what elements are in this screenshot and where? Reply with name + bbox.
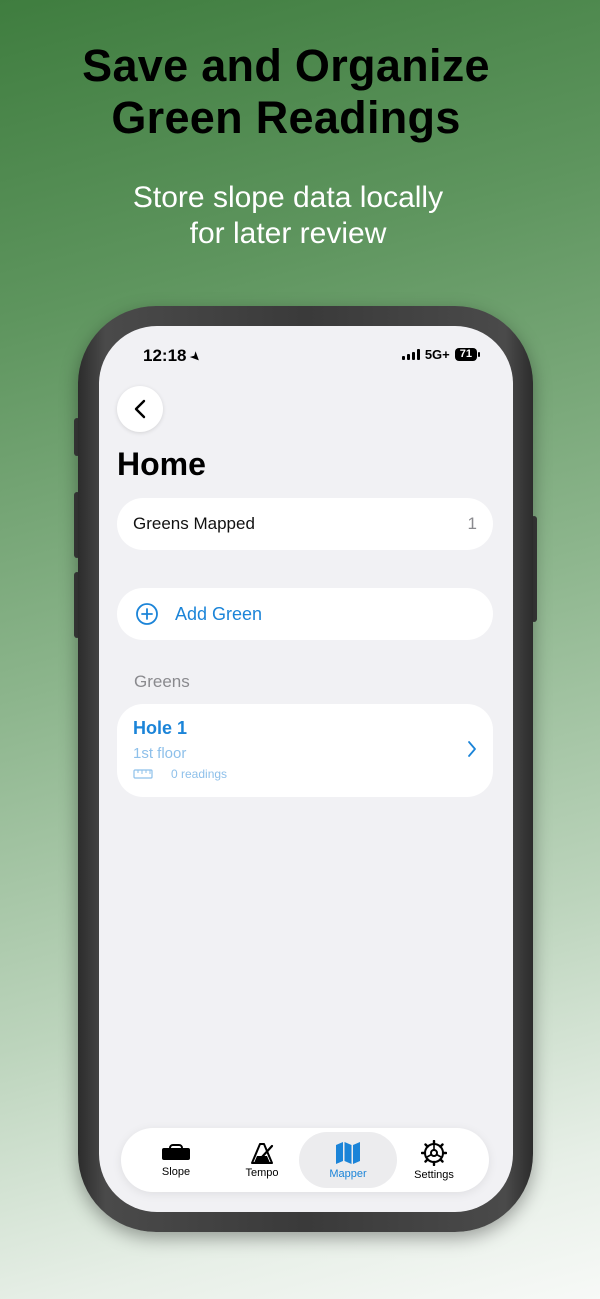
status-indicators: 5G+ 71 bbox=[401, 347, 481, 362]
status-time-text: 12:18 bbox=[143, 346, 187, 365]
status-time: 12:18➤ bbox=[143, 346, 205, 366]
greens-mapped-count: 1 bbox=[467, 514, 477, 533]
signal-icon bbox=[401, 349, 420, 360]
ruler-icon bbox=[133, 769, 153, 779]
gear-icon bbox=[421, 1139, 447, 1166]
tab-bar: Slope Tempo Mapper Settings bbox=[121, 1128, 489, 1192]
promo-subhead: Store slope data locally for later revie… bbox=[0, 180, 576, 252]
tab-mapper[interactable]: Mapper bbox=[299, 1132, 397, 1188]
headline-line-1: Save and Organize bbox=[82, 40, 490, 91]
chevron-left-icon bbox=[134, 399, 146, 419]
plus-circle-icon bbox=[136, 603, 158, 625]
tab-mapper-label: Mapper bbox=[329, 1167, 367, 1180]
tab-settings-label: Settings bbox=[414, 1168, 454, 1181]
greens-section-label: Greens bbox=[134, 672, 190, 691]
green-floor: 1st floor bbox=[133, 745, 187, 762]
back-button[interactable] bbox=[117, 386, 163, 432]
subhead-line-2: for later review bbox=[189, 217, 387, 250]
tab-settings[interactable]: Settings bbox=[385, 1132, 483, 1188]
greens-mapped-row: Greens Mapped 1 bbox=[117, 498, 493, 550]
subhead-line-1: Store slope data locally bbox=[132, 181, 444, 214]
green-readings-row: 0 readings bbox=[133, 767, 477, 781]
green-readings-count: 0 readings bbox=[171, 767, 228, 781]
phone-screen: 12:18➤ 5G+ 71 Home Greens Mapped 1 Add G… bbox=[99, 326, 513, 1212]
map-icon bbox=[336, 1141, 360, 1164]
headline-line-2: Green Readings bbox=[111, 92, 461, 143]
tab-tempo-label: Tempo bbox=[245, 1166, 279, 1179]
tab-slope-label: Slope bbox=[161, 1165, 191, 1178]
greens-mapped-label: Greens Mapped bbox=[133, 514, 255, 533]
green-list-item[interactable]: Hole 1 1st floor 0 readings bbox=[117, 704, 493, 797]
tab-slope[interactable]: Slope bbox=[127, 1132, 225, 1188]
metronome-icon bbox=[251, 1142, 274, 1164]
green-name: Hole 1 bbox=[133, 718, 188, 738]
tab-tempo[interactable]: Tempo bbox=[213, 1132, 311, 1188]
level-icon bbox=[162, 1143, 190, 1160]
network-type: 5G+ bbox=[424, 347, 450, 362]
add-green-label: Add Green bbox=[175, 603, 263, 624]
page-title: Home bbox=[117, 446, 206, 482]
promo-headline: Save and Organize Green Readings bbox=[0, 40, 572, 144]
chevron-right-icon bbox=[468, 741, 476, 757]
location-arrow-icon: ➤ bbox=[187, 347, 206, 366]
add-green-button[interactable]: Add Green bbox=[117, 588, 493, 640]
battery-icon: 71 bbox=[454, 348, 481, 361]
